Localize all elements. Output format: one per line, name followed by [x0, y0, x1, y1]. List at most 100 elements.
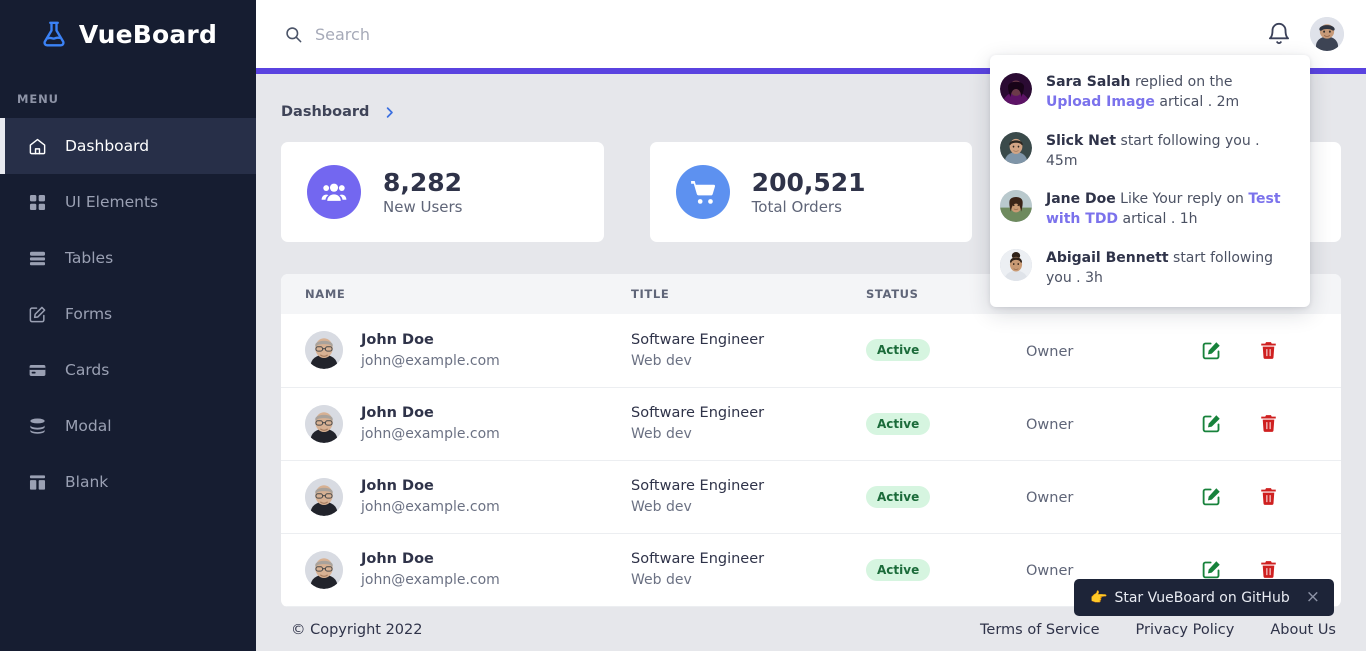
close-icon[interactable]: × — [1306, 589, 1320, 606]
sidebar-item-label: Blank — [65, 473, 109, 491]
avatar — [305, 331, 343, 370]
table-row[interactable]: John Doe john@example.com Software Engin… — [281, 460, 1341, 533]
search-input[interactable] — [315, 24, 735, 44]
stat-card-text: 8,282 New Users — [383, 168, 463, 217]
cell-role: Owner — [1026, 387, 1201, 460]
cell-role: Owner — [1026, 314, 1201, 387]
sidebar-item-label: Tables — [65, 249, 114, 267]
layers-icon — [28, 417, 47, 436]
trash-icon[interactable] — [1258, 340, 1279, 361]
footer-link-terms[interactable]: Terms of Service — [980, 622, 1099, 638]
sidebar-item-label: UI Elements — [65, 193, 159, 211]
notification-meta: artical . 1h — [1118, 211, 1198, 228]
cell-status: Active — [866, 314, 1026, 387]
status-badge: Active — [866, 558, 931, 581]
topbar-actions — [1266, 17, 1344, 51]
edit-square-icon[interactable] — [1201, 486, 1222, 507]
table-icon — [28, 249, 47, 268]
notification-item[interactable]: Jane Doe Like Your reply on Test with TD… — [990, 180, 1310, 239]
job-dept: Web dev — [631, 571, 692, 588]
sidebar-nav: Dashboard UI Elements Tables Forms Cards… — [0, 118, 256, 510]
cell-status: Active — [866, 460, 1026, 533]
trash-icon[interactable] — [1258, 559, 1279, 580]
search-icon — [284, 25, 303, 44]
footer-link-privacy[interactable]: Privacy Policy — [1136, 622, 1235, 638]
github-star-toast: 👉 Star VueBoard on GitHub × — [1074, 579, 1334, 616]
avatar[interactable] — [1310, 17, 1344, 51]
breadcrumb-item-dashboard[interactable]: Dashboard — [281, 104, 369, 120]
cell-status: Active — [866, 533, 1026, 606]
notification-text: Sara Salah replied on the Upload Image a… — [1046, 72, 1290, 113]
edit-square-icon[interactable] — [1201, 413, 1222, 434]
edit-square-icon[interactable] — [1201, 559, 1222, 580]
sidebar-item-cards[interactable]: Cards — [0, 342, 256, 398]
card-icon — [28, 361, 47, 380]
table-row[interactable]: John Doe john@example.com Software Engin… — [281, 387, 1341, 460]
stat-label: New Users — [383, 198, 463, 217]
notification-text: Abigail Bennett start following you . 3h — [1046, 248, 1290, 289]
sidebar-item-blank[interactable]: Blank — [0, 454, 256, 510]
cell-name: John Doe john@example.com — [281, 533, 631, 606]
table-row[interactable]: John Doe john@example.com Software Engin… — [281, 314, 1341, 387]
trash-icon[interactable] — [1258, 413, 1279, 434]
brand-name: VueBoard — [78, 19, 218, 49]
edit-square-icon[interactable] — [1201, 340, 1222, 361]
user-name: John Doe — [361, 331, 434, 348]
user-email: john@example.com — [361, 571, 500, 588]
users-icon — [307, 165, 361, 219]
menu-section-label: MENU — [17, 92, 59, 106]
stat-value: 200,521 — [751, 167, 866, 197]
column-header-title: TITLE — [631, 274, 866, 314]
cell-role: Owner — [1026, 460, 1201, 533]
user-email: john@example.com — [361, 498, 500, 515]
user-email: john@example.com — [361, 425, 500, 442]
sidebar-item-modal[interactable]: Modal — [0, 398, 256, 454]
notification-text: Slick Net start following you . 45m — [1046, 131, 1290, 172]
notification-item[interactable]: Sara Salah replied on the Upload Image a… — [990, 63, 1310, 122]
cell-title: Software Engineer Web dev — [631, 314, 866, 387]
job-dept: Web dev — [631, 352, 692, 369]
notification-item[interactable]: Slick Net start following you . 45m — [990, 122, 1310, 181]
cell-title: Software Engineer Web dev — [631, 460, 866, 533]
job-title: Software Engineer — [631, 331, 765, 348]
stat-card-total-orders: 200,521 Total Orders — [649, 142, 973, 242]
avatar — [1000, 131, 1032, 164]
user-name: John Doe — [361, 404, 434, 421]
status-badge: Active — [866, 339, 931, 362]
edit-icon — [28, 305, 47, 324]
sidebar-item-tables[interactable]: Tables — [0, 230, 256, 286]
bell-icon[interactable] — [1266, 21, 1292, 47]
sidebar-item-dashboard[interactable]: Dashboard — [0, 118, 256, 174]
cell-name: John Doe john@example.com — [281, 460, 631, 533]
trash-icon[interactable] — [1258, 486, 1279, 507]
user-role: Owner — [1026, 343, 1074, 360]
github-toast-content[interactable]: 👉 Star VueBoard on GitHub — [1090, 590, 1290, 606]
sidebar-item-label: Cards — [65, 361, 110, 379]
sidebar-item-ui-elements[interactable]: UI Elements — [0, 174, 256, 230]
table-body: John Doe john@example.com Software Engin… — [281, 314, 1341, 606]
main-area: Dashboard — [256, 0, 1366, 651]
avatar — [305, 477, 343, 516]
search-bar[interactable] — [284, 24, 1266, 44]
grid-icon — [28, 193, 47, 212]
notification-actor: Sara Salah — [1046, 74, 1131, 90]
users-table-card: NAME TITLE STATUS ROLE — [281, 274, 1341, 607]
users-table: NAME TITLE STATUS ROLE — [281, 274, 1341, 607]
job-title: Software Engineer — [631, 404, 765, 421]
notification-link[interactable]: Upload Image — [1046, 94, 1155, 110]
notification-text: Jane Doe Like Your reply on Test with TD… — [1046, 189, 1290, 230]
brand[interactable]: VueBoard — [0, 0, 256, 68]
user-role: Owner — [1026, 490, 1074, 506]
stat-value: 8,282 — [383, 167, 463, 197]
user-email: john@example.com — [361, 352, 500, 369]
chevron-right-icon — [383, 106, 396, 119]
sidebar-item-forms[interactable]: Forms — [0, 286, 256, 342]
footer-link-about[interactable]: About Us — [1270, 622, 1336, 638]
github-toast-label[interactable]: Star VueBoard on GitHub — [1114, 590, 1289, 606]
cell-name: John Doe john@example.com — [281, 387, 631, 460]
notification-item[interactable]: Abigail Bennett start following you . 3h — [990, 239, 1310, 298]
flask-icon — [39, 18, 69, 50]
notification-actor: Abigail Bennett — [1046, 249, 1169, 266]
job-title: Software Engineer — [631, 477, 765, 494]
sidebar: VueBoard MENU Dashboard UI Elements Tabl… — [0, 0, 256, 651]
